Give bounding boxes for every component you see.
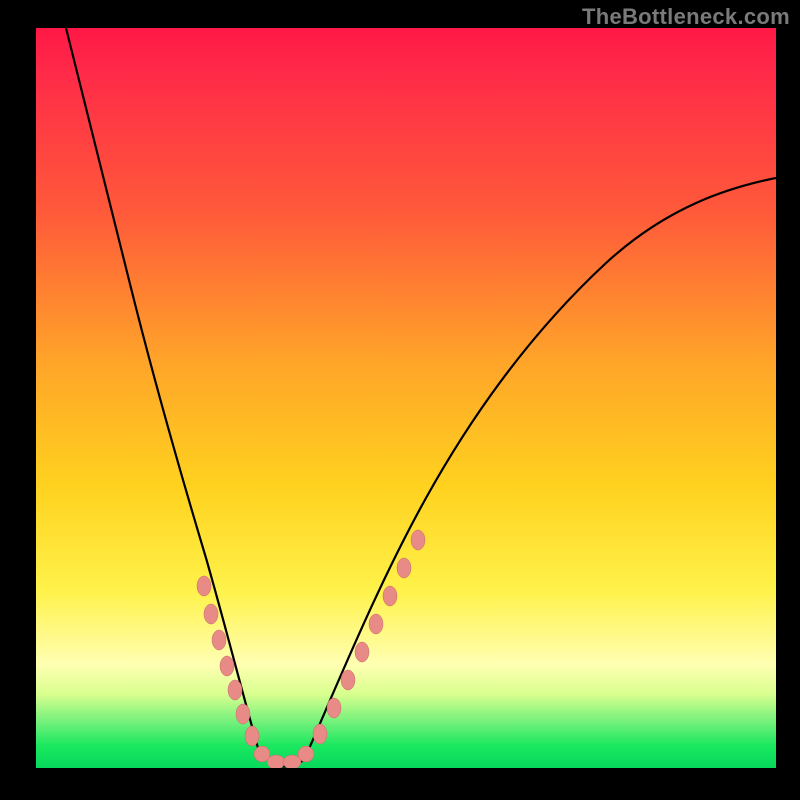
dot [236, 704, 250, 724]
dot [212, 630, 226, 650]
watermark-text: TheBottleneck.com [582, 4, 790, 30]
curve-right-branch [304, 178, 776, 760]
chart-svg [36, 28, 776, 768]
plot-area [36, 28, 776, 768]
dot [197, 576, 211, 596]
dot [204, 604, 218, 624]
dot [369, 614, 383, 634]
dot [245, 726, 259, 746]
dot [383, 586, 397, 606]
dot [220, 656, 234, 676]
dot [327, 698, 341, 718]
dot [397, 558, 411, 578]
dot [298, 746, 314, 762]
chart-frame: TheBottleneck.com [0, 0, 800, 800]
dot [313, 724, 327, 744]
dot [228, 680, 242, 700]
dot [341, 670, 355, 690]
curve-left-branch [66, 28, 272, 764]
dot [411, 530, 425, 550]
dot [355, 642, 369, 662]
dot [267, 755, 285, 768]
